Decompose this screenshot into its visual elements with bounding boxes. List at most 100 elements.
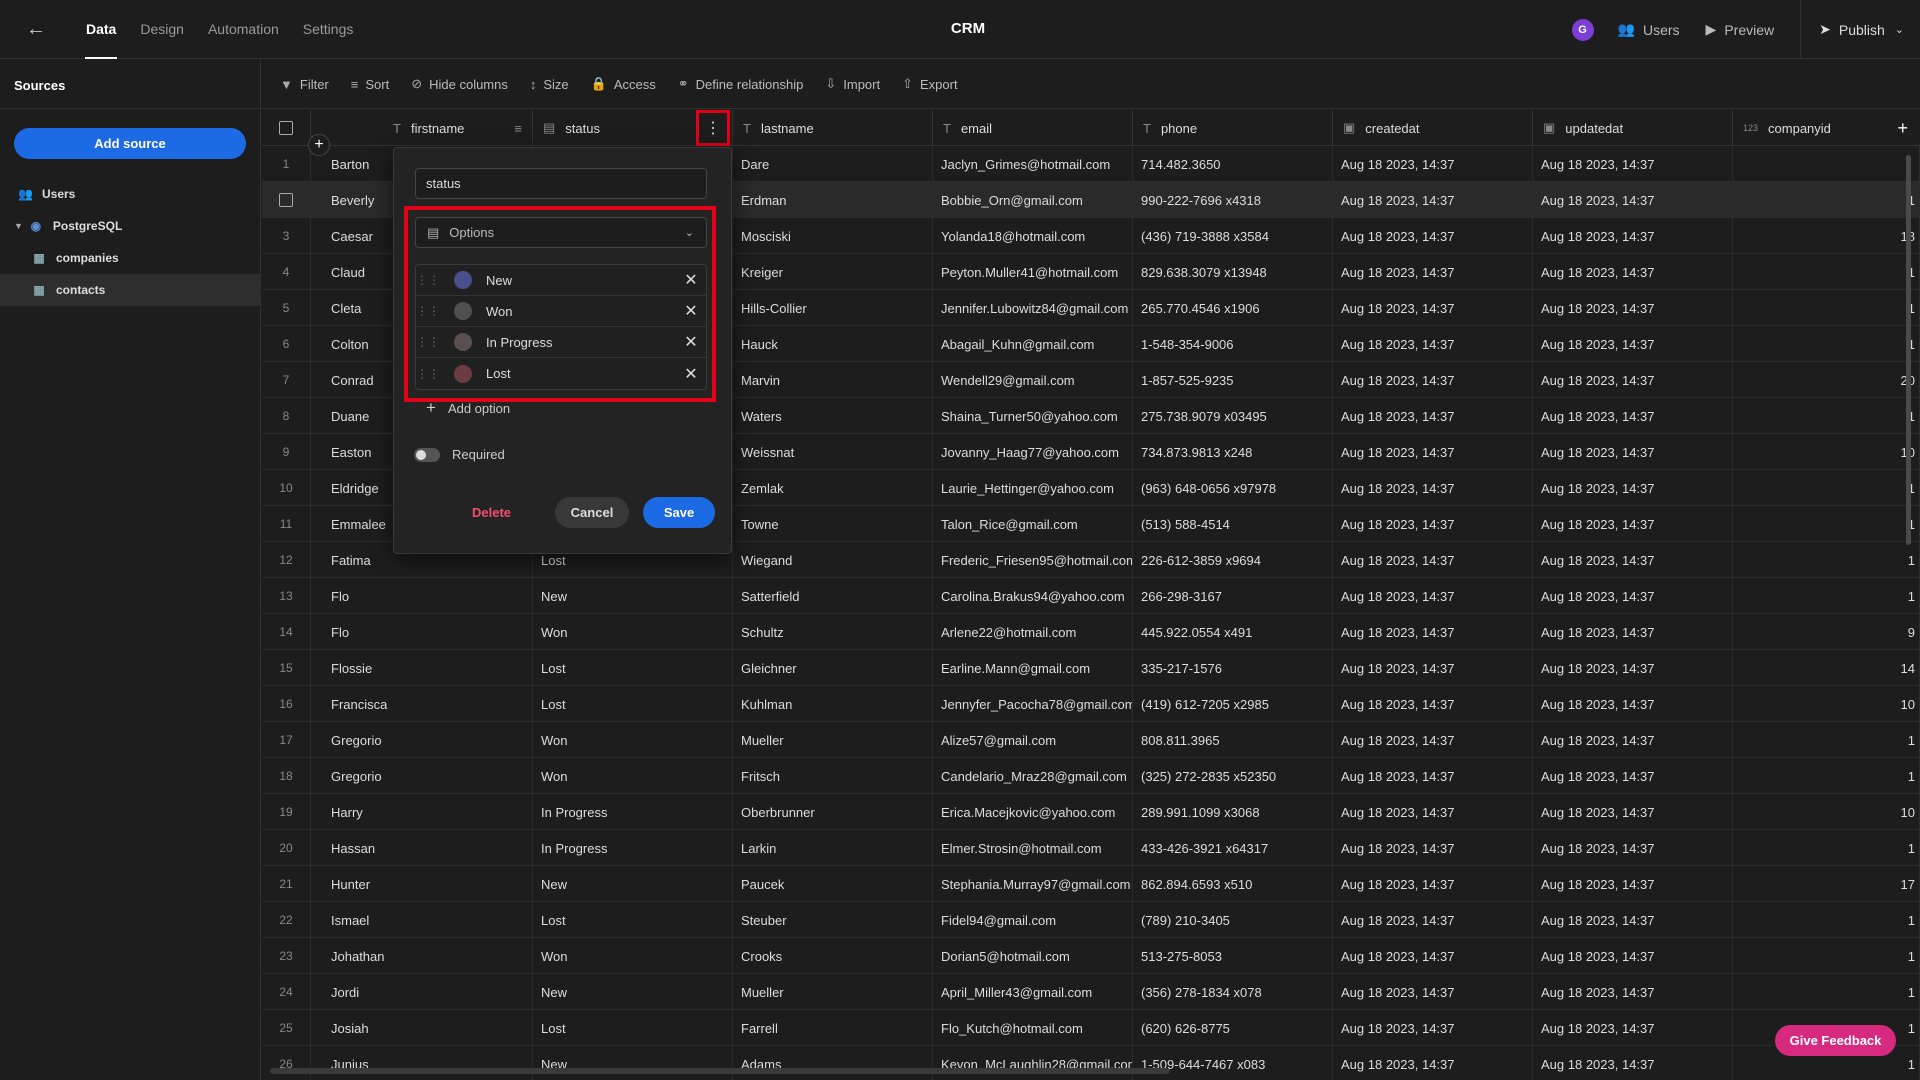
import-button[interactable]: ⇩ Import bbox=[825, 76, 880, 92]
cell-updatedat[interactable]: Aug 18 2023, 14:37 bbox=[1533, 1010, 1733, 1046]
cell-updatedat[interactable]: Aug 18 2023, 14:37 bbox=[1533, 326, 1733, 362]
cell-firstname[interactable]: Junius bbox=[311, 1046, 533, 1080]
cell-firstname[interactable]: Ismael bbox=[311, 902, 533, 938]
cell-status[interactable]: In Progress bbox=[533, 794, 733, 830]
cell-updatedat[interactable]: Aug 18 2023, 14:37 bbox=[1533, 758, 1733, 794]
cell-lastname[interactable]: Paucek bbox=[733, 866, 933, 902]
column-header-updatedat[interactable]: ▣ updatedat bbox=[1533, 110, 1733, 146]
cell-email[interactable]: Jennyfer_Pacocha78@gmail.com bbox=[933, 686, 1133, 722]
cell-lastname[interactable]: Marvin bbox=[733, 362, 933, 398]
cell-email[interactable]: Jaclyn_Grimes@hotmail.com bbox=[933, 146, 1133, 182]
cell-createdat[interactable]: Aug 18 2023, 14:37 bbox=[1333, 254, 1533, 290]
table-row[interactable]: 14 Flo Won Schultz Arlene22@hotmail.com 445.9… bbox=[262, 614, 1920, 650]
cell-updatedat[interactable]: Aug 18 2023, 14:37 bbox=[1533, 938, 1733, 974]
cell-companyid[interactable]: 1 bbox=[1733, 758, 1920, 794]
access-button[interactable]: 🔒 Access bbox=[591, 76, 656, 92]
size-button[interactable]: ↕ Size bbox=[530, 77, 569, 92]
cell-phone[interactable]: (419) 612-7205 x2985 bbox=[1133, 686, 1333, 722]
cell-lastname[interactable]: Gleichner bbox=[733, 650, 933, 686]
preview-button[interactable]: ▶ Preview bbox=[1706, 21, 1775, 38]
cell-lastname[interactable]: Hauck bbox=[733, 326, 933, 362]
sidebar-item-contacts[interactable]: ▦ contacts bbox=[0, 274, 261, 306]
cell-updatedat[interactable]: Aug 18 2023, 14:37 bbox=[1533, 218, 1733, 254]
save-button[interactable]: Save bbox=[643, 497, 715, 528]
cell-email[interactable]: Frederic_Friesen95@hotmail.com bbox=[933, 542, 1133, 578]
cell-phone[interactable]: 808.811.3965 bbox=[1133, 722, 1333, 758]
cell-status[interactable]: Lost bbox=[533, 902, 733, 938]
cell-status[interactable]: Won bbox=[533, 722, 733, 758]
cell-firstname[interactable]: Jordi bbox=[311, 974, 533, 1010]
cell-updatedat[interactable]: Aug 18 2023, 14:37 bbox=[1533, 506, 1733, 542]
cell-createdat[interactable]: Aug 18 2023, 14:37 bbox=[1333, 866, 1533, 902]
cell-email[interactable]: Elmer.Strosin@hotmail.com bbox=[933, 830, 1133, 866]
option-label[interactable]: New bbox=[486, 273, 676, 288]
cell-status[interactable]: Won bbox=[533, 614, 733, 650]
cell-email[interactable]: Shaina_Turner50@yahoo.com bbox=[933, 398, 1133, 434]
cell-lastname[interactable]: Fritsch bbox=[733, 758, 933, 794]
cell-companyid[interactable]: 1 bbox=[1733, 182, 1920, 218]
cell-createdat[interactable]: Aug 18 2023, 14:37 bbox=[1333, 794, 1533, 830]
cell-updatedat[interactable]: Aug 18 2023, 14:37 bbox=[1533, 434, 1733, 470]
cell-phone[interactable]: (963) 648-0656 x97978 bbox=[1133, 470, 1333, 506]
cell-phone[interactable]: (356) 278-1834 x078 bbox=[1133, 974, 1333, 1010]
cell-status[interactable]: New bbox=[533, 974, 733, 1010]
cell-companyid[interactable]: 20 bbox=[1733, 362, 1920, 398]
cell-companyid[interactable]: 1 bbox=[1733, 254, 1920, 290]
cell-phone[interactable]: 335-217-1576 bbox=[1133, 650, 1333, 686]
cell-email[interactable]: Flo_Kutch@hotmail.com bbox=[933, 1010, 1133, 1046]
filter-button[interactable]: ▼ Filter bbox=[280, 77, 329, 92]
cell-createdat[interactable]: Aug 18 2023, 14:37 bbox=[1333, 290, 1533, 326]
add-source-button[interactable]: Add source bbox=[14, 128, 246, 159]
sidebar-item-users[interactable]: 👥 Users bbox=[0, 178, 261, 210]
cell-createdat[interactable]: Aug 18 2023, 14:37 bbox=[1333, 506, 1533, 542]
cell-email[interactable]: Carolina.Brakus94@yahoo.com bbox=[933, 578, 1133, 614]
cell-email[interactable]: Talon_Rice@gmail.com bbox=[933, 506, 1133, 542]
cell-lastname[interactable]: Towne bbox=[733, 506, 933, 542]
cell-phone[interactable]: 513-275-8053 bbox=[1133, 938, 1333, 974]
table-row[interactable]: 20 Hassan In Progress Larkin Elmer.Strosin@h… bbox=[262, 830, 1920, 866]
cell-updatedat[interactable]: Aug 18 2023, 14:37 bbox=[1533, 542, 1733, 578]
cell-updatedat[interactable]: Aug 18 2023, 14:37 bbox=[1533, 578, 1733, 614]
vertical-scrollbar[interactable] bbox=[1906, 155, 1911, 545]
cell-phone[interactable]: 445.922.0554 x491 bbox=[1133, 614, 1333, 650]
cell-phone[interactable]: 265.770.4546 x1906 bbox=[1133, 290, 1333, 326]
cell-createdat[interactable]: Aug 18 2023, 14:37 bbox=[1333, 182, 1533, 218]
cell-updatedat[interactable]: Aug 18 2023, 14:37 bbox=[1533, 362, 1733, 398]
cell-lastname[interactable]: Dare bbox=[733, 146, 933, 182]
cell-lastname[interactable]: Schultz bbox=[733, 614, 933, 650]
define-relationship-button[interactable]: ⚭ Define relationship bbox=[678, 76, 804, 92]
table-row[interactable]: 21 Hunter New Paucek Stephania.Murray97@gmai… bbox=[262, 866, 1920, 902]
add-column-button[interactable]: + bbox=[1897, 118, 1908, 139]
table-row[interactable]: 17 Gregorio Won Mueller Alize57@gmail.com 808… bbox=[262, 722, 1920, 758]
cell-lastname[interactable]: Hills-Collier bbox=[733, 290, 933, 326]
cell-createdat[interactable]: Aug 18 2023, 14:37 bbox=[1333, 974, 1533, 1010]
add-row-button[interactable]: + bbox=[308, 134, 330, 156]
give-feedback-button[interactable]: Give Feedback bbox=[1775, 1025, 1896, 1056]
table-row[interactable]: 16 Francisca Lost Kuhlman Jennyfer_Pacocha78… bbox=[262, 686, 1920, 722]
cell-companyid[interactable]: 1 bbox=[1733, 902, 1920, 938]
cell-updatedat[interactable]: Aug 18 2023, 14:37 bbox=[1533, 1046, 1733, 1080]
column-header-createdat[interactable]: ▣ createdat bbox=[1333, 110, 1533, 146]
cell-lastname[interactable]: Mosciski bbox=[733, 218, 933, 254]
cell-email[interactable]: Bobbie_Orn@gmail.com bbox=[933, 182, 1133, 218]
column-name-input[interactable]: status bbox=[415, 168, 707, 199]
cell-companyid[interactable]: 18 bbox=[1733, 218, 1920, 254]
column-header-firstname[interactable]: Tfirstname ≡ bbox=[311, 110, 533, 146]
cell-createdat[interactable]: Aug 18 2023, 14:37 bbox=[1333, 1010, 1533, 1046]
cell-status[interactable]: New bbox=[533, 866, 733, 902]
cell-firstname[interactable]: Johathan bbox=[311, 938, 533, 974]
cell-phone[interactable]: 1-857-525-9235 bbox=[1133, 362, 1333, 398]
cell-updatedat[interactable]: Aug 18 2023, 14:37 bbox=[1533, 650, 1733, 686]
cell-updatedat[interactable]: Aug 18 2023, 14:37 bbox=[1533, 974, 1733, 1010]
cell-updatedat[interactable]: Aug 18 2023, 14:37 bbox=[1533, 398, 1733, 434]
cell-lastname[interactable]: Satterfield bbox=[733, 578, 933, 614]
cell-updatedat[interactable]: Aug 18 2023, 14:37 bbox=[1533, 614, 1733, 650]
table-row[interactable]: 22 Ismael Lost Steuber Fidel94@gmail.com (789… bbox=[262, 902, 1920, 938]
cell-lastname[interactable]: Erdman bbox=[733, 182, 933, 218]
table-row[interactable]: 26 Junius New Adams Kevon_McLaughlin28@gmail… bbox=[262, 1046, 1920, 1080]
column-header-email[interactable]: Temail bbox=[933, 110, 1133, 146]
sidebar-item-postgresql[interactable]: ▼ ◉ PostgreSQL bbox=[0, 210, 261, 242]
cell-lastname[interactable]: Kreiger bbox=[733, 254, 933, 290]
cell-updatedat[interactable]: Aug 18 2023, 14:37 bbox=[1533, 722, 1733, 758]
column-header-companyid[interactable]: 123 companyid + bbox=[1733, 110, 1920, 146]
